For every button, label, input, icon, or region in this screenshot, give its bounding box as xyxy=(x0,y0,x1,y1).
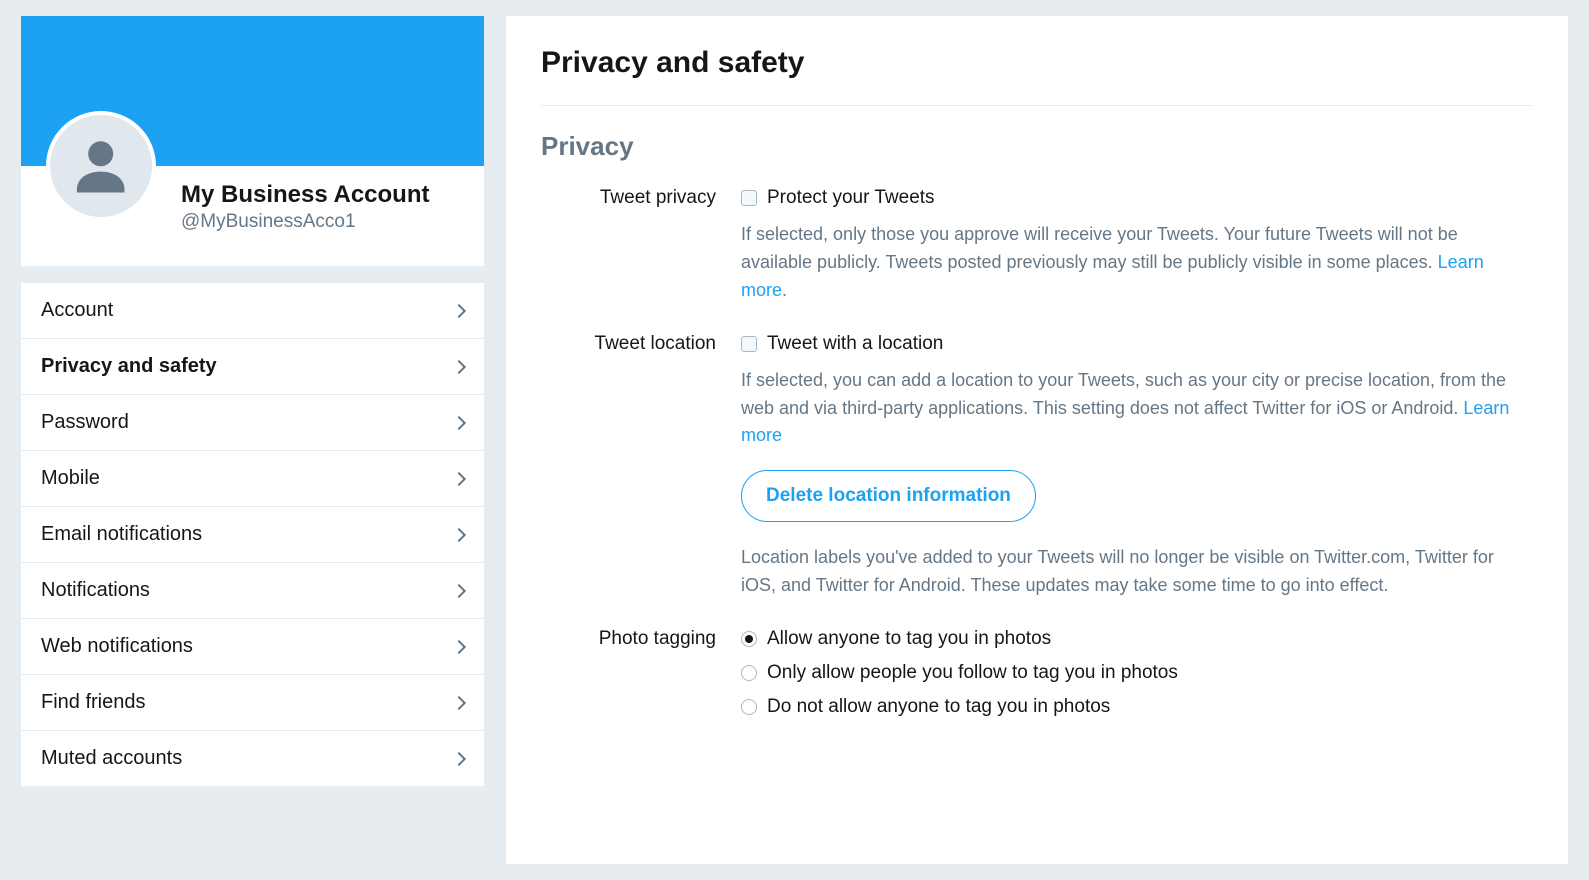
display-name: My Business Account xyxy=(181,181,464,209)
help-text-span: If selected, only those you approve will… xyxy=(741,224,1458,272)
help-text-span: If selected, you can add a location to y… xyxy=(741,370,1506,418)
setting-label: Tweet location xyxy=(541,333,741,600)
protect-tweets-help: If selected, only those you approve will… xyxy=(741,221,1533,305)
protect-tweets-row[interactable]: Protect your Tweets xyxy=(741,187,1533,209)
delete-location-button[interactable]: Delete location information xyxy=(741,470,1036,522)
photo-tagging-radio[interactable] xyxy=(741,699,757,715)
tweet-location-help: If selected, you can add a location to y… xyxy=(741,367,1533,451)
tweet-with-location-row[interactable]: Tweet with a location xyxy=(741,333,1533,355)
profile-card: My Business Account @MyBusinessAcco1 xyxy=(20,15,485,267)
setting-body: Allow anyone to tag you in photos Only al… xyxy=(741,628,1533,730)
chevron-right-icon xyxy=(452,527,466,541)
setting-tweet-location: Tweet location Tweet with a location If … xyxy=(541,333,1533,600)
photo-tagging-option-label: Do not allow anyone to tag you in photos xyxy=(767,696,1110,718)
sidebar-item-web-notifications[interactable]: Web notifications xyxy=(21,619,484,675)
profile-info: My Business Account @MyBusinessAcco1 xyxy=(21,166,484,266)
sidebar-item-label: Privacy and safety xyxy=(41,355,217,378)
photo-tagging-option-2[interactable]: Do not allow anyone to tag you in photos xyxy=(741,696,1533,718)
photo-tagging-option-0[interactable]: Allow anyone to tag you in photos xyxy=(741,628,1533,650)
setting-tweet-privacy: Tweet privacy Protect your Tweets If sel… xyxy=(541,187,1533,305)
chevron-right-icon xyxy=(452,695,466,709)
sidebar-item-label: Muted accounts xyxy=(41,747,182,770)
chevron-right-icon xyxy=(452,359,466,373)
photo-tagging-option-1[interactable]: Only allow people you follow to tag you … xyxy=(741,662,1533,684)
sidebar-item-password[interactable]: Password xyxy=(21,395,484,451)
sidebar-item-account[interactable]: Account xyxy=(21,283,484,339)
photo-tagging-option-label: Allow anyone to tag you in photos xyxy=(767,628,1051,650)
chevron-right-icon xyxy=(452,751,466,765)
sidebar-item-label: Find friends xyxy=(41,691,146,714)
setting-photo-tagging: Photo tagging Allow anyone to tag you in… xyxy=(541,628,1533,730)
sidebar-item-label: Password xyxy=(41,411,129,434)
photo-tagging-option-label: Only allow people you follow to tag you … xyxy=(767,662,1178,684)
chevron-right-icon xyxy=(452,583,466,597)
tweet-with-location-label: Tweet with a location xyxy=(767,333,943,355)
help-suffix: . xyxy=(782,280,787,300)
setting-label: Tweet privacy xyxy=(541,187,741,305)
sidebar-item-label: Account xyxy=(41,299,113,322)
section-title-privacy: Privacy xyxy=(541,131,1533,162)
chevron-right-icon xyxy=(452,639,466,653)
sidebar-item-label: Email notifications xyxy=(41,523,202,546)
sidebar-item-label: Notifications xyxy=(41,579,150,602)
setting-body: Protect your Tweets If selected, only th… xyxy=(741,187,1533,305)
sidebar-item-email-notifications[interactable]: Email notifications xyxy=(21,507,484,563)
settings-main: Privacy and safety Privacy Tweet privacy… xyxy=(505,15,1569,865)
settings-nav: Account Privacy and safety Password Mobile E… xyxy=(20,282,485,787)
setting-label: Photo tagging xyxy=(541,628,741,730)
sidebar-item-find-friends[interactable]: Find friends xyxy=(21,675,484,731)
photo-tagging-radio[interactable] xyxy=(741,631,757,647)
page-title: Privacy and safety xyxy=(541,46,1533,106)
settings-sidebar: My Business Account @MyBusinessAcco1 Acc… xyxy=(20,15,485,865)
sidebar-item-notifications[interactable]: Notifications xyxy=(21,563,484,619)
setting-body: Tweet with a location If selected, you c… xyxy=(741,333,1533,600)
sidebar-item-muted-accounts[interactable]: Muted accounts xyxy=(21,731,484,786)
delete-location-help: Location labels you've added to your Twe… xyxy=(741,544,1533,600)
tweet-with-location-checkbox[interactable] xyxy=(741,336,757,352)
sidebar-item-label: Mobile xyxy=(41,467,100,490)
photo-tagging-radio[interactable] xyxy=(741,665,757,681)
chevron-right-icon xyxy=(452,415,466,429)
sidebar-item-label: Web notifications xyxy=(41,635,193,658)
avatar-placeholder-icon xyxy=(65,130,136,201)
chevron-right-icon xyxy=(452,303,466,317)
sidebar-item-privacy-and-safety[interactable]: Privacy and safety xyxy=(21,339,484,395)
chevron-right-icon xyxy=(452,471,466,485)
avatar[interactable] xyxy=(46,111,156,221)
protect-tweets-checkbox[interactable] xyxy=(741,190,757,206)
handle: @MyBusinessAcco1 xyxy=(181,211,464,233)
protect-tweets-label: Protect your Tweets xyxy=(767,187,935,209)
sidebar-item-mobile[interactable]: Mobile xyxy=(21,451,484,507)
